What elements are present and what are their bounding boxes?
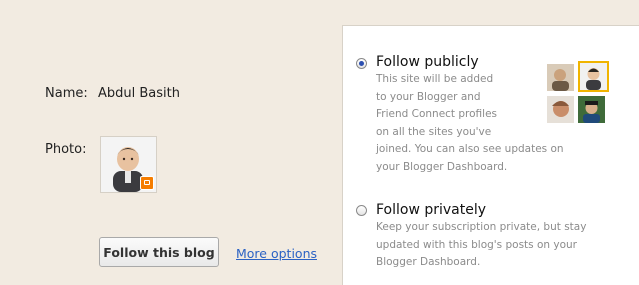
follow-privately-title[interactable]: Follow privately [376,202,486,218]
follower-avatar-highlighted [578,61,609,92]
blogger-icon [140,176,154,190]
more-options-link[interactable]: More options [236,246,317,261]
photo-label: Photo: [45,142,87,157]
profile-photo [100,136,157,193]
follow-publicly-title[interactable]: Follow publicly [376,54,479,70]
follower-avatar [547,96,574,123]
follow-options-panel: Follow publicly This site will be added … [342,25,639,285]
name-value: Abdul Basith [98,86,180,101]
follow-privately-radio[interactable] [356,205,367,216]
follower-avatar [547,64,574,91]
follower-avatar [578,96,605,123]
name-label: Name: [45,86,88,101]
follower-avatars [547,61,609,126]
follow-this-blog-button[interactable]: Follow this blog [99,237,219,267]
follow-privately-description: Keep your subscription private, but stay… [376,221,587,268]
profile-section: Name: Abdul Basith Photo: Follow this bl… [0,0,340,277]
follow-publicly-radio[interactable] [356,58,367,69]
